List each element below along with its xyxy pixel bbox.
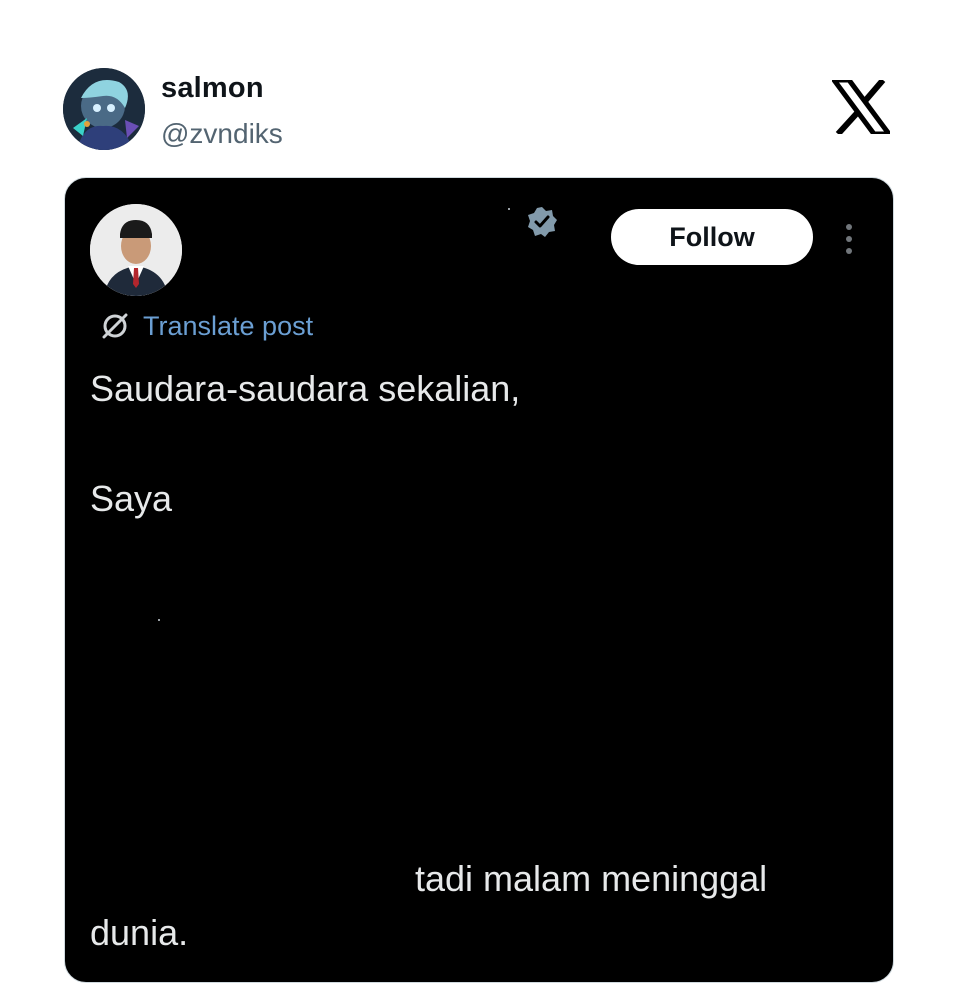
post-text-line: tadi malam meninggal [415,858,768,899]
embedded-post-card[interactable]: Follow Translate post Saudara-saudara se… [64,177,894,983]
follow-button[interactable]: Follow [611,209,813,265]
translate-post-link[interactable]: Translate post [99,306,313,346]
author-avatar[interactable] [63,68,145,150]
globe-icon [102,313,128,339]
verified-badge-icon [528,207,557,237]
post-text-line: Saudara-saudara sekalian, [90,368,521,409]
author-name[interactable]: salmon [161,72,264,105]
post-author-avatar[interactable] [90,204,182,296]
tweet-embed: salmon @zvndiks Follow Translate post Sa… [0,0,954,1002]
post-text-line: dunia. [90,912,189,953]
image-artifact [508,208,510,210]
post-text-line: Saya [90,478,173,519]
x-logo-icon[interactable] [829,77,894,137]
author-handle[interactable]: @zvndiks [161,118,283,150]
image-artifact [158,619,160,621]
more-vertical-icon[interactable] [839,222,859,256]
translate-post-label: Translate post [143,310,314,341]
